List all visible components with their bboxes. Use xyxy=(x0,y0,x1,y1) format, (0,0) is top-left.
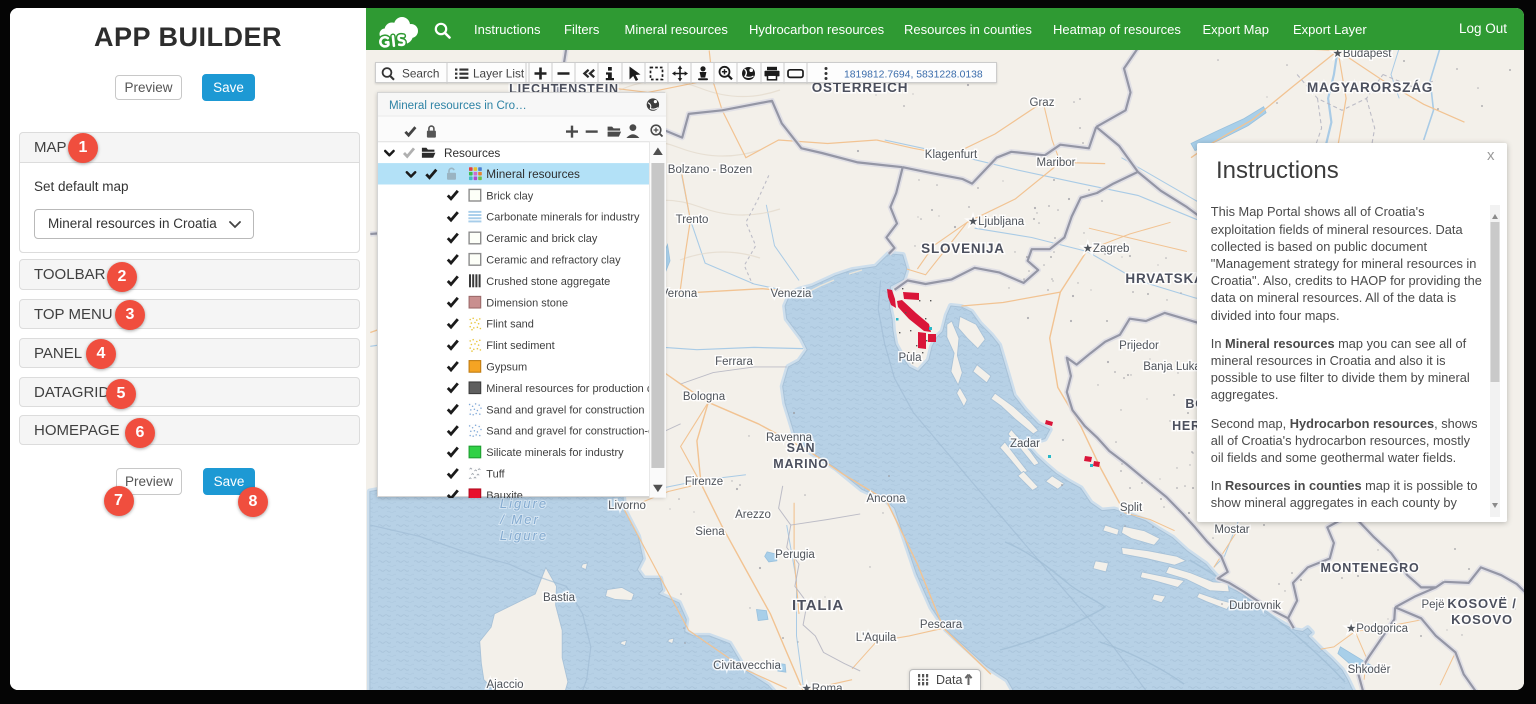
svg-text:Bastia: Bastia xyxy=(543,592,576,604)
svg-text:Silicate minerals for industry: Silicate minerals for industry xyxy=(486,447,624,459)
svg-text:Split: Split xyxy=(1120,502,1143,514)
svg-text:Data: Data xyxy=(936,673,962,687)
svg-text:Ajaccio: Ajaccio xyxy=(486,679,523,690)
svg-text:Banja Luka: Banja Luka xyxy=(1143,361,1201,373)
svg-text:Bauxite: Bauxite xyxy=(486,490,523,498)
svg-text:Trento: Trento xyxy=(676,214,709,226)
svg-text:Siena: Siena xyxy=(695,526,725,538)
svg-text:Carbonate minerals for industr: Carbonate minerals for industry xyxy=(486,212,640,224)
svg-text:★Budapest: ★Budapest xyxy=(1333,50,1393,60)
svg-text:★Podgorica: ★Podgorica xyxy=(1346,623,1409,635)
svg-text:Gypsum: Gypsum xyxy=(486,361,527,373)
svg-text:Prijedor: Prijedor xyxy=(1119,340,1159,352)
svg-text:Ferrara: Ferrara xyxy=(715,356,753,368)
svg-text:SLOVENIJA: SLOVENIJA xyxy=(921,241,1005,256)
svg-text:Verona: Verona xyxy=(661,288,698,300)
svg-text:Tuff: Tuff xyxy=(486,468,505,480)
svg-text:Search: Search xyxy=(402,66,439,80)
svg-text:Mostar: Mostar xyxy=(1214,524,1249,536)
svg-text:Ligure: Ligure xyxy=(500,496,548,511)
svg-text:Bologna: Bologna xyxy=(683,391,726,403)
svg-text:Zadar: Zadar xyxy=(1010,438,1040,450)
svg-text:Mineral resources for producti: Mineral resources for production c xyxy=(486,383,653,395)
svg-text:Civitavecchia: Civitavecchia xyxy=(713,660,781,672)
svg-text:KOSOVO: KOSOVO xyxy=(1451,612,1513,627)
svg-text:Pula: Pula xyxy=(898,352,922,364)
svg-text:Dubrovnik: Dubrovnik xyxy=(1229,600,1281,612)
svg-text:ITALIA: ITALIA xyxy=(792,597,844,614)
svg-text:Sand and gravel for constructi: Sand and gravel for construction-e xyxy=(486,426,654,438)
svg-text:Ceramic and refractory clay: Ceramic and refractory clay xyxy=(486,254,621,266)
svg-text:Resources: Resources xyxy=(444,147,500,160)
svg-text:KOSOVË /: KOSOVË / xyxy=(1447,596,1516,611)
svg-text:★Roma: ★Roma xyxy=(802,683,844,690)
svg-text:Shkodër: Shkodër xyxy=(1348,664,1391,676)
svg-text:Graz: Graz xyxy=(1030,97,1055,109)
svg-text:Pejë: Pejë xyxy=(1421,599,1444,611)
svg-text:Mineral resources: Mineral resources xyxy=(486,168,580,181)
svg-text:Layer List: Layer List xyxy=(473,66,525,80)
svg-text:/ Mer: / Mer xyxy=(499,512,540,527)
svg-text:Flint sand: Flint sand xyxy=(486,319,534,331)
svg-text:HRVATSKA: HRVATSKA xyxy=(1125,271,1204,286)
svg-text:MARINO: MARINO xyxy=(773,457,829,471)
svg-text:Bolzano - Bozen: Bolzano - Bozen xyxy=(668,164,752,176)
svg-text:MONTENEGRO: MONTENEGRO xyxy=(1321,561,1420,575)
svg-text:Ceramic and brick clay: Ceramic and brick clay xyxy=(486,233,598,245)
svg-text:★Zagreb: ★Zagreb xyxy=(1083,243,1130,255)
svg-text:MAGYARORSZÁG: MAGYARORSZÁG xyxy=(1307,80,1433,95)
svg-text:Livorno: Livorno xyxy=(608,500,646,512)
svg-text:Arezzo: Arezzo xyxy=(735,509,771,521)
svg-text:Mineral resources in Cro…: Mineral resources in Cro… xyxy=(389,100,527,112)
svg-text:Ancona: Ancona xyxy=(866,493,906,505)
svg-text:Flint sediment: Flint sediment xyxy=(486,340,554,352)
svg-text:Ravenna: Ravenna xyxy=(766,432,813,444)
svg-text:Crushed stone aggregate: Crushed stone aggregate xyxy=(486,276,610,288)
svg-text:Pescara: Pescara xyxy=(920,619,963,631)
svg-text:1819812.7694, 5831228.0138: 1819812.7694, 5831228.0138 xyxy=(844,69,983,80)
svg-text:Firenze: Firenze xyxy=(685,476,723,488)
svg-text:Maribor: Maribor xyxy=(1037,157,1076,169)
svg-text:Perugia: Perugia xyxy=(775,549,815,561)
svg-text:Venezia: Venezia xyxy=(771,288,813,300)
svg-text:Brick clay: Brick clay xyxy=(486,190,534,202)
svg-text:Sand and gravel for constructi: Sand and gravel for construction xyxy=(486,404,644,416)
svg-text:★Ljubljana: ★Ljubljana xyxy=(968,216,1025,228)
svg-text:Dimension stone: Dimension stone xyxy=(486,297,568,309)
svg-text:Klagenfurt: Klagenfurt xyxy=(925,149,978,161)
svg-text:Ligure: Ligure xyxy=(500,528,548,543)
svg-text:L'Aquila: L'Aquila xyxy=(856,632,897,644)
